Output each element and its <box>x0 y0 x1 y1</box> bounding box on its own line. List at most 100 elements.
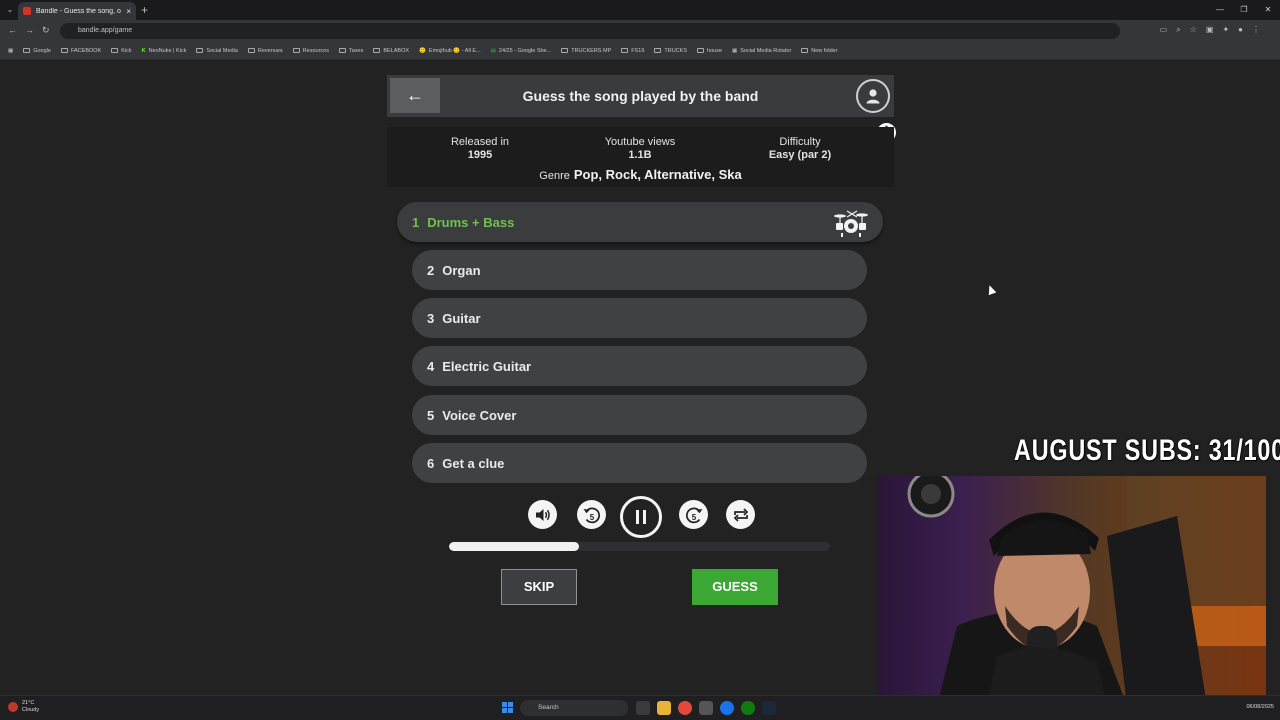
bookmark-item[interactable]: Resources <box>292 48 329 54</box>
steam-icon[interactable] <box>762 701 776 715</box>
progress-fill <box>449 542 579 551</box>
bookmark-item[interactable]: Taxes <box>338 48 363 54</box>
tab-search-icon[interactable]: ⌄ <box>4 4 16 16</box>
emoji-icon: 🙂 <box>419 47 426 54</box>
app-blue-icon[interactable] <box>720 701 734 715</box>
taskbar-search-input[interactable]: Search <box>520 700 628 716</box>
bookmark-item[interactable]: ▤ 24/25 - Google She... <box>491 48 552 54</box>
rewind-5-button[interactable]: 5 <box>577 500 606 529</box>
menu-icon[interactable]: ⋮ <box>1252 25 1260 35</box>
folder-icon <box>23 48 31 53</box>
app-icon[interactable] <box>699 701 713 715</box>
user-profile-button[interactable] <box>856 79 890 113</box>
clue-row-voice-cover[interactable]: 5 Voice Cover <box>412 395 867 435</box>
song-info-panel: Released in 1995 Youtube views 1.1B Diff… <box>387 127 894 187</box>
bookmark-item[interactable]: ▦ Social Media Rotator <box>732 48 791 54</box>
windows-taskbar: 21°C Cloudy Search 06/08/2025 <box>0 695 1280 720</box>
kick-icon: K <box>141 47 146 54</box>
folder-icon <box>292 48 300 53</box>
sub-goal-overlay: AUGUST SUBS: 31/100 <box>1014 434 1280 467</box>
bandle-page: ← Guess the song played by the band Rele… <box>0 61 1280 706</box>
release-year: Released in 1995 <box>450 136 510 161</box>
new-tab-icon[interactable]: + <box>141 3 148 17</box>
bookmark-item[interactable]: FS19 <box>621 48 644 54</box>
guess-button[interactable]: GUESS <box>692 569 778 605</box>
taskbar-apps <box>636 701 776 715</box>
weather-widget[interactable]: 21°C Cloudy <box>8 700 39 714</box>
svg-text:5: 5 <box>589 513 594 522</box>
file-explorer-icon[interactable] <box>657 701 671 715</box>
bookmark-item[interactable]: Google <box>23 48 51 54</box>
folder-icon <box>373 48 381 53</box>
genre: Genre Pop, Rock, Alternative, Ska <box>539 167 742 182</box>
bookmark-item[interactable]: K NeoNuke | Kick <box>142 48 187 54</box>
minimize-icon[interactable]: — <box>1208 0 1232 20</box>
bookmark-star-icon[interactable]: ☆ <box>1190 25 1197 35</box>
url-text: bandle.app/game <box>78 27 133 34</box>
song-progress-bar[interactable] <box>449 542 830 551</box>
folder-icon <box>111 48 119 53</box>
bookmark-item[interactable]: Kick <box>111 48 132 54</box>
forward-5-button[interactable]: 5 <box>679 500 708 529</box>
profile-icon[interactable]: ● <box>1238 25 1243 35</box>
skip-button[interactable]: SKIP <box>501 569 577 605</box>
volume-button[interactable] <box>528 500 557 529</box>
bookmark-item[interactable]: house <box>697 48 722 54</box>
playback-controls: 5 5 <box>525 496 765 538</box>
taskbar-date: 06/08/2025 <box>1246 704 1274 710</box>
address-bar-row: ← → ↻ bandle.app/game ▭ ⌕ ☆ ▣ ✦ ● ⋮ <box>0 20 1280 42</box>
zoom-icon[interactable]: ⌕ <box>1176 25 1180 35</box>
task-view-icon[interactable] <box>636 701 650 715</box>
close-window-icon[interactable]: ✕ <box>1256 0 1280 20</box>
extension-icon[interactable]: ▣ <box>1206 25 1214 35</box>
clue-row-guitar[interactable]: 3 Guitar <box>412 298 867 338</box>
clue-row-organ[interactable]: 2 Organ <box>412 250 867 290</box>
rewind-icon: 5 <box>583 507 600 523</box>
forward-icon: 5 <box>685 507 702 523</box>
mouse-cursor <box>985 283 997 296</box>
pause-icon <box>636 510 646 524</box>
restore-icon[interactable]: ❐ <box>1232 0 1256 20</box>
youtube-views: Youtube views 1.1B <box>604 136 676 161</box>
clue-row-drums-bass[interactable]: 1 Drums + Bass <box>397 202 883 242</box>
windows-start-icon[interactable] <box>502 702 513 713</box>
browser-tab-active[interactable]: Bandle - Guess the song, o × <box>18 2 136 20</box>
sheets-icon: ▤ <box>490 47 496 54</box>
xbox-icon[interactable] <box>741 701 755 715</box>
clue-row-electric-guitar[interactable]: 4 Electric Guitar <box>412 346 867 386</box>
page-title: Guess the song played by the band <box>522 88 759 104</box>
bookmark-item[interactable]: Social Media <box>196 48 238 54</box>
folder-icon <box>60 48 68 53</box>
apps-grid-icon[interactable]: ▦ <box>8 48 13 54</box>
cast-icon[interactable]: ▭ <box>1160 25 1168 35</box>
bookmark-item[interactable]: 🙂 Emojihub 🙂 - All E... <box>419 48 481 54</box>
folder-icon <box>561 48 569 53</box>
bookmark-item[interactable]: New folder <box>801 48 838 54</box>
clue-row-get-a-clue[interactable]: 6 Get a clue <box>412 443 867 483</box>
tab-close-icon[interactable]: × <box>126 7 131 16</box>
grid-app-icon: ▦ <box>732 47 738 54</box>
pause-button[interactable] <box>620 496 662 538</box>
svg-text:5: 5 <box>691 513 696 522</box>
difficulty: Difficulty Easy (par 2) <box>768 136 832 161</box>
weather-icon <box>8 702 18 712</box>
speaker-icon <box>535 508 550 521</box>
back-nav-icon[interactable]: ← <box>8 25 17 35</box>
drum-kit-icon <box>834 210 868 237</box>
user-icon <box>866 89 880 104</box>
url-input[interactable]: bandle.app/game <box>60 23 1120 39</box>
chrome-icon[interactable] <box>678 701 692 715</box>
webcam-scene <box>907 476 1266 706</box>
bookmark-item[interactable]: BELABOX <box>373 48 409 54</box>
forward-nav-icon[interactable]: → <box>25 25 34 35</box>
bookmark-item[interactable]: Revenues <box>247 48 283 54</box>
extensions-puzzle-icon[interactable]: ✦ <box>1222 25 1229 35</box>
bookmark-item[interactable]: TRUCKS <box>654 48 687 54</box>
bookmark-item[interactable]: TRUCKERS MP <box>561 48 611 54</box>
repeat-button[interactable] <box>726 500 755 529</box>
reload-icon[interactable]: ↻ <box>42 25 50 36</box>
folder-icon <box>654 48 662 53</box>
browser-tabstrip: ⌄ Bandle - Guess the song, o × + — ❐ ✕ <box>0 0 1280 20</box>
back-button[interactable]: ← <box>390 78 440 113</box>
bookmark-item[interactable]: FACEBOOK <box>60 48 101 54</box>
